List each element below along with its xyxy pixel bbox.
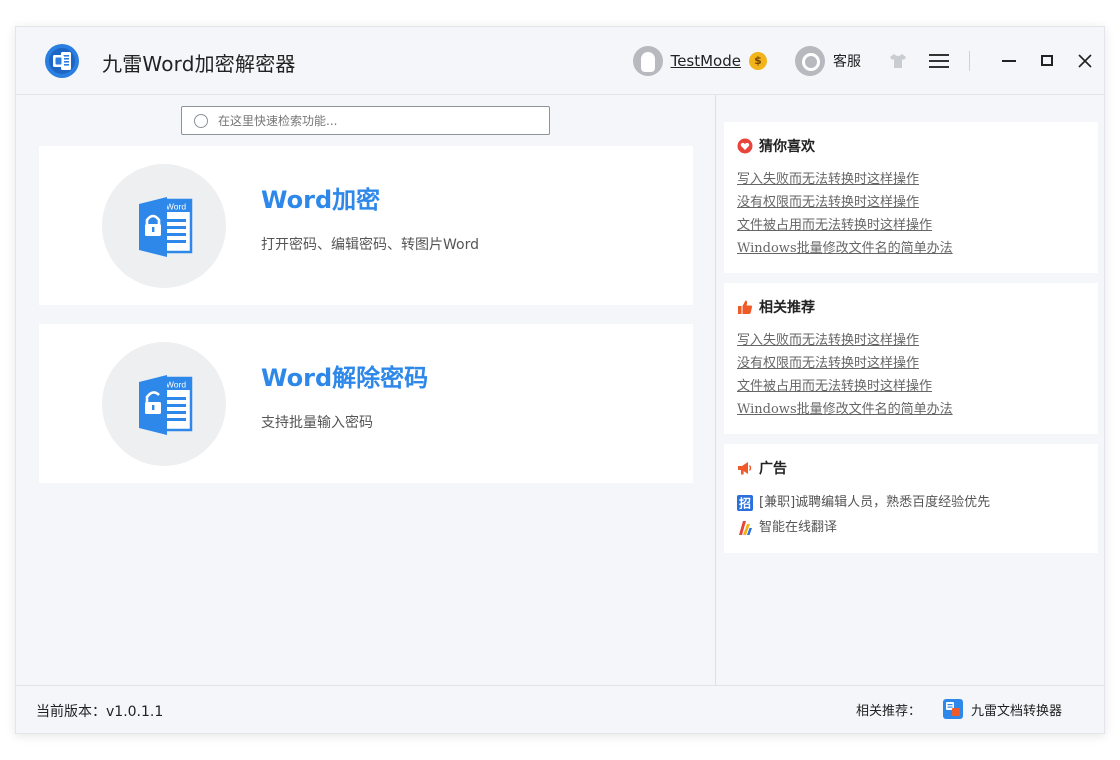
related-recommend-panel: 相关推荐 写入失败而无法转换时这样操作 没有权限而无法转换时这样操作 文件被占用… — [724, 283, 1098, 434]
recommend-label: 相关推荐： — [855, 703, 921, 719]
version-label: 当前版本：v1.0.1.1 — [36, 704, 164, 720]
heart-icon — [737, 138, 753, 154]
ad-item[interactable]: 招 [兼职]诚聘编辑人员，熟悉百度经验优先 — [737, 490, 990, 515]
close-icon — [1078, 53, 1092, 68]
search-box[interactable] — [181, 106, 550, 135]
article-link[interactable]: Windows批量修改文件名的简单办法 — [737, 398, 953, 421]
recruit-icon: 招 — [737, 494, 753, 511]
user-avatar[interactable] — [632, 45, 663, 76]
word-unlock-icon: Word — [139, 375, 193, 435]
link-list: 写入失败而无法转换时这样操作 没有权限而无法转换时这样操作 文件被占用而无法转换… — [737, 168, 953, 260]
converter-app-icon[interactable] — [942, 699, 963, 719]
panel-header: 广告 — [737, 458, 787, 478]
ad-item[interactable]: 智能在线翻译 — [737, 515, 990, 540]
panel-header: 相关推荐 — [737, 297, 815, 317]
menu-icon[interactable] — [929, 53, 949, 69]
article-link[interactable]: Windows批量修改文件名的简单办法 — [737, 237, 953, 260]
status-bar: 当前版本：v1.0.1.1 相关推荐： 九雷文档转换器 — [16, 686, 1104, 733]
link-list: 写入失败而无法转换时这样操作 没有权限而无法转换时这样操作 文件被占用而无法转换… — [737, 329, 953, 421]
word-unlock-icon-label: Word — [166, 380, 186, 390]
recruit-icon-glyph: 招 — [739, 495, 751, 510]
panel-title: 相关推荐 — [759, 300, 815, 316]
search-icon — [194, 113, 208, 128]
customer-service-icon[interactable] — [795, 45, 825, 76]
search-input[interactable] — [218, 113, 538, 128]
ad-text[interactable]: [兼职]诚聘编辑人员，熟悉百度经验优先 — [759, 490, 990, 515]
article-link[interactable]: 没有权限而无法转换时这样操作 — [737, 191, 953, 214]
recommend-app-link[interactable]: 九雷文档转换器 — [971, 700, 1062, 719]
panel-title: 广告 — [759, 461, 787, 477]
customer-service-label[interactable]: 客服 — [833, 51, 861, 71]
titlebar-divider — [969, 50, 970, 71]
panel-title: 猜你喜欢 — [759, 139, 815, 155]
app-logo-icon — [45, 44, 79, 78]
guess-you-like-panel: 猜你喜欢 写入失败而无法转换时这样操作 没有权限而无法转换时这样操作 文件被占用… — [724, 122, 1098, 273]
article-link[interactable]: 没有权限而无法转换时这样操作 — [737, 352, 953, 375]
feature-card-word-encrypt[interactable]: Word Word加密 打开密码、编辑密码、转图片Word — [39, 146, 693, 305]
feature-card-word-decrypt[interactable]: Word Word解除密码 支持批量输入密码 — [39, 324, 693, 483]
main-content: Word Word加密 打开密码、编辑密码、转图片Word Word — [16, 95, 715, 685]
translate-icon — [739, 520, 752, 535]
article-link[interactable]: 文件被占用而无法转换时这样操作 — [737, 214, 953, 237]
minimize-button[interactable] — [990, 46, 1028, 76]
feature-title[interactable]: Word解除密码 — [261, 358, 428, 393]
ad-text[interactable]: 智能在线翻译 — [759, 515, 837, 540]
word-lock-icon: Word — [139, 197, 193, 257]
ads-panel: 广告 招 [兼职]诚聘编辑人员，熟悉百度经验优先 智能在线翻译 — [724, 444, 1098, 553]
footer-recommend: 相关推荐： 九雷文档转换器 — [856, 697, 1062, 721]
side-panel: 猜你喜欢 写入失败而无法转换时这样操作 没有权限而无法转换时这样操作 文件被占用… — [716, 95, 1104, 685]
panel-header: 猜你喜欢 — [737, 136, 815, 156]
app-window: 九雷Word加密解密器 TestMode $ 客服 在这里快速检索功能... W… — [15, 26, 1105, 734]
feature-title[interactable]: Word加密 — [261, 180, 380, 215]
title-bar-actions: TestMode $ 客服 — [632, 27, 1104, 94]
thumbs-up-icon — [738, 300, 753, 314]
article-link[interactable]: 写入失败而无法转换时这样操作 — [737, 168, 953, 191]
ad-list: 招 [兼职]诚聘编辑人员，熟悉百度经验优先 智能在线翻译 — [737, 490, 990, 540]
feature-description: 支持批量输入密码 — [261, 415, 373, 431]
title-bar: 九雷Word加密解密器 TestMode $ 客服 — [16, 27, 1104, 94]
user-name-link[interactable]: TestMode — [671, 52, 741, 70]
feature-description: 打开密码、编辑密码、转图片Word — [261, 237, 479, 253]
close-button[interactable] — [1066, 46, 1104, 76]
skin-shirt-icon[interactable] — [889, 53, 907, 69]
article-link[interactable]: 写入失败而无法转换时这样操作 — [737, 329, 953, 352]
vip-coin-icon[interactable]: $ — [749, 51, 767, 70]
article-link[interactable]: 文件被占用而无法转换时这样操作 — [737, 375, 953, 398]
maximize-button[interactable] — [1028, 46, 1066, 76]
word-lock-icon-label: Word — [166, 202, 186, 212]
app-title: 九雷Word加密解密器 — [102, 52, 296, 76]
megaphone-icon — [738, 462, 752, 475]
